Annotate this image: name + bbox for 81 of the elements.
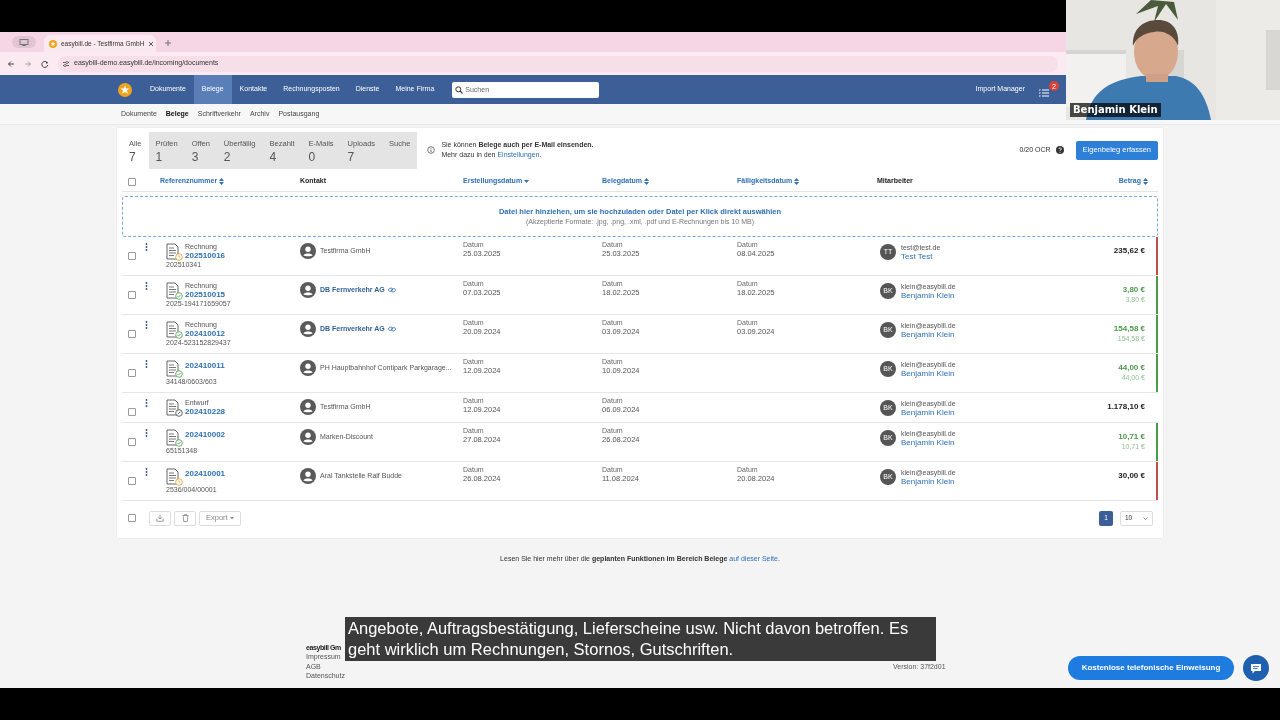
reference-link[interactable]: 202410002	[185, 430, 226, 440]
download-icon	[156, 514, 164, 522]
person-icon	[300, 468, 316, 484]
document-check-icon	[166, 321, 183, 339]
amount: 1.178,10 €	[1107, 402, 1145, 412]
amount: 235,62 €	[1113, 246, 1145, 256]
sort-icon[interactable]	[644, 178, 650, 185]
list-icon	[1039, 89, 1049, 97]
kebab-menu-icon[interactable]	[145, 321, 148, 329]
star-logo-icon[interactable]	[118, 82, 132, 97]
sort-descending-icon[interactable]	[524, 179, 530, 184]
checkbox[interactable]	[128, 330, 136, 338]
chat-icon	[1250, 662, 1262, 674]
screen-button[interactable]	[12, 36, 36, 48]
site-settings-icon[interactable]	[62, 59, 70, 68]
reference-link[interactable]: 202510016	[185, 251, 226, 261]
amount: 10,71 €	[1118, 432, 1145, 442]
amount: 44,00 €	[1118, 363, 1145, 373]
reference-link[interactable]: 202410228	[185, 407, 226, 417]
document-check-icon	[166, 429, 183, 447]
sort-icon[interactable]	[219, 178, 225, 185]
checkbox[interactable]	[128, 369, 136, 377]
employee-link[interactable]: Benjamin Klein	[901, 438, 956, 448]
checkbox[interactable]	[128, 477, 136, 485]
employee-link[interactable]: Test Test	[901, 252, 941, 262]
person-icon	[300, 360, 316, 376]
caret-icon	[229, 516, 234, 520]
employee-link[interactable]: Benjamin Klein	[901, 477, 956, 487]
checkbox[interactable]	[128, 291, 136, 299]
search-icon	[455, 85, 464, 94]
trash-icon	[181, 514, 189, 522]
link-icon[interactable]	[387, 287, 396, 294]
kebab-menu-icon[interactable]	[145, 243, 148, 251]
star-logo-icon	[49, 39, 57, 48]
person-icon	[300, 429, 316, 445]
person-icon	[300, 282, 316, 298]
delete-button[interactable]	[174, 510, 196, 526]
amount: 3,80 €	[1122, 285, 1145, 295]
link-icon[interactable]	[387, 326, 396, 333]
checkbox[interactable]	[128, 514, 136, 522]
checkbox[interactable]	[128, 252, 136, 260]
reload-icon[interactable]	[41, 59, 49, 68]
reference-link[interactable]: 202410001	[185, 469, 226, 479]
kebab-menu-icon[interactable]	[145, 399, 148, 407]
reference-link[interactable]: 202410011	[185, 361, 225, 371]
screen-icon	[19, 38, 29, 46]
checkbox[interactable]	[128, 438, 136, 446]
document-check-icon	[166, 282, 183, 300]
employee-link[interactable]: Benjamin Klein	[901, 369, 956, 379]
info-icon	[427, 146, 436, 154]
checkbox[interactable]	[128, 408, 136, 416]
chevron-down-icon	[1143, 516, 1148, 520]
chat-button[interactable]	[1243, 655, 1269, 681]
person-icon	[300, 321, 316, 337]
subtitle-caption: Angebote, Auftragsbestätigung, Lieferscheine usw. Nicht davon betroffen. Es geht wirklich um Rechnungen, Stornos, Gutschriften.	[345, 617, 936, 661]
kebab-menu-icon[interactable]	[145, 282, 148, 290]
employee-link[interactable]: Benjamin Klein	[901, 408, 956, 418]
reference-link[interactable]: 202410012	[185, 329, 226, 339]
amount: 154,58 €	[1113, 324, 1145, 334]
participant-name: Benjamin Klein	[1070, 103, 1161, 117]
kebab-menu-icon[interactable]	[145, 360, 148, 368]
person-icon	[300, 243, 316, 259]
close-icon[interactable]	[148, 40, 155, 47]
help-icon[interactable]	[1055, 146, 1064, 154]
employee-link[interactable]: Benjamin Klein	[901, 330, 956, 340]
document-pencil-icon	[166, 399, 183, 417]
document-check-icon	[166, 360, 183, 378]
new-tab-icon[interactable]	[164, 39, 172, 47]
reference-link[interactable]: 202510015	[185, 290, 226, 300]
amount: 30,00 €	[1118, 471, 1145, 481]
help-button[interactable]: Kostenlose telefonische Einweisung	[1068, 656, 1234, 680]
document-clock-icon	[166, 468, 183, 486]
sort-icon[interactable]	[794, 178, 800, 185]
back-icon[interactable]	[7, 59, 15, 68]
kebab-menu-icon[interactable]	[145, 468, 148, 476]
employee-link[interactable]: Benjamin Klein	[901, 291, 956, 301]
document-clock-icon	[166, 243, 183, 261]
kebab-menu-icon[interactable]	[145, 429, 148, 437]
person-icon	[300, 399, 316, 415]
sort-icon[interactable]	[1143, 178, 1148, 185]
checkbox[interactable]	[128, 177, 136, 186]
